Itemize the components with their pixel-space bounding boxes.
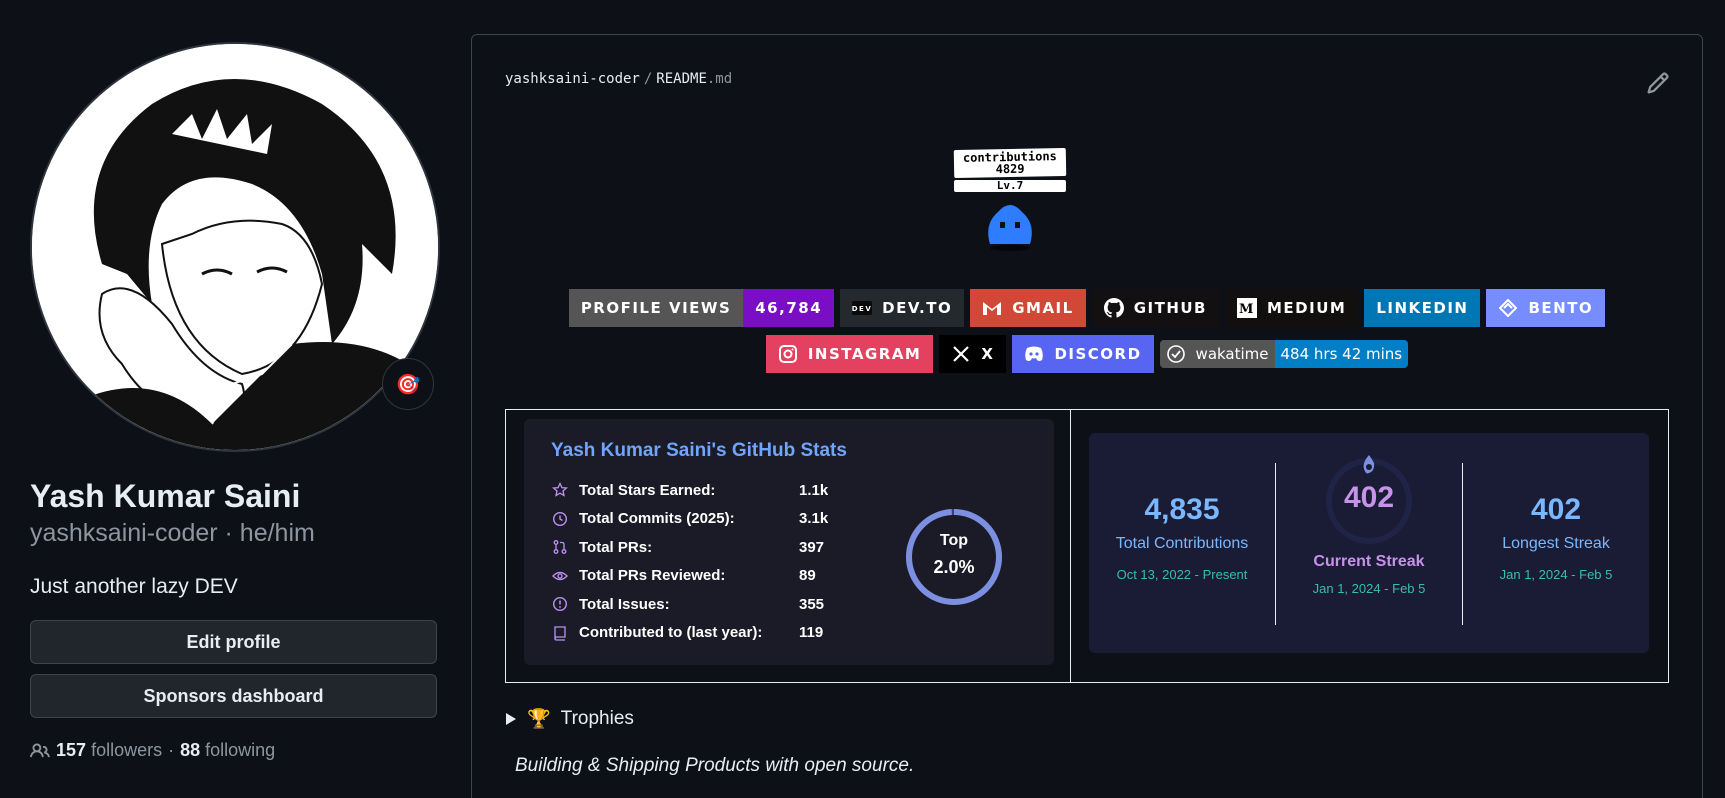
profile-login: yashksaini-coder · he/him bbox=[30, 519, 315, 547]
edit-profile-button[interactable]: Edit profile bbox=[30, 620, 437, 664]
pet-sign: contributions 4829 bbox=[953, 148, 1067, 178]
contribution-pet: contributions 4829 Lv.7 bbox=[950, 148, 1070, 259]
github-icon bbox=[1103, 298, 1124, 318]
github-stats-card[interactable]: Yash Kumar Saini's GitHub Stats Total St… bbox=[524, 419, 1054, 665]
streak-stats-card[interactable]: 4,835 Total Contributions Oct 13, 2022 -… bbox=[1089, 433, 1649, 653]
badges-row-1: PROFILE VIEWS 46,784 DEV DEV.TO GMAIL GI… bbox=[472, 289, 1702, 327]
total-contributions-label: Total Contributions bbox=[1115, 535, 1249, 552]
medium-icon: M bbox=[1237, 298, 1257, 318]
edit-pencil-icon[interactable] bbox=[1646, 71, 1670, 95]
medium-badge[interactable]: M MEDIUM bbox=[1225, 289, 1359, 327]
total-contributions-range: Oct 13, 2022 - Present bbox=[1116, 567, 1248, 582]
target-emoji-icon: 🎯 bbox=[395, 373, 421, 396]
stat-row: Total Stars Earned: 1.1k bbox=[551, 476, 828, 505]
stats-cell-streak: 4,835 Total Contributions Oct 13, 2022 -… bbox=[1071, 410, 1668, 682]
history-icon bbox=[551, 510, 569, 528]
readme-breadcrumb: yashksaini-coder / README.md bbox=[505, 71, 732, 87]
readme-owner-link[interactable]: yashksaini-coder bbox=[505, 71, 640, 87]
pet-level: Lv.7 bbox=[954, 180, 1066, 192]
sponsors-dashboard-button[interactable]: Sponsors dashboard bbox=[30, 674, 437, 718]
wakatime-badge[interactable]: wakatime 484 hrs 42 mins bbox=[1159, 340, 1409, 368]
follow-stats: 157 followers · 88 following bbox=[30, 740, 440, 761]
longest-streak-col: 402 Longest Streak Jan 1, 2024 - Feb 5 bbox=[1463, 493, 1649, 582]
current-streak-value: 402 bbox=[1343, 481, 1395, 514]
github-stats-title: Yash Kumar Saini's GitHub Stats bbox=[551, 440, 847, 461]
bento-icon bbox=[1498, 298, 1518, 318]
total-contributions-value: 4,835 bbox=[1144, 493, 1220, 526]
stat-row: Total Commits (2025): 3.1k bbox=[551, 505, 828, 534]
devto-badge[interactable]: DEV DEV.TO bbox=[840, 289, 965, 327]
current-streak-label: Current Streak bbox=[1313, 553, 1425, 570]
profile-fullname: Yash Kumar Saini bbox=[30, 478, 301, 514]
svg-text:DEV: DEV bbox=[852, 305, 872, 313]
linkedin-badge[interactable]: LINKEDIN bbox=[1364, 289, 1481, 327]
stats-table: Yash Kumar Saini's GitHub Stats Total St… bbox=[505, 409, 1669, 683]
stat-row: Contributed to (last year): 119 bbox=[551, 619, 828, 648]
discord-badge[interactable]: DISCORD bbox=[1012, 335, 1154, 373]
avatar[interactable] bbox=[30, 42, 440, 452]
readme-file-link[interactable]: README.md bbox=[656, 71, 732, 87]
eye-icon bbox=[551, 567, 569, 585]
pull-request-icon bbox=[551, 538, 569, 556]
wakatime-icon bbox=[1166, 344, 1186, 364]
longest-streak-value: 402 bbox=[1530, 493, 1582, 526]
longest-streak-range: Jan 1, 2024 - Feb 5 bbox=[1499, 567, 1613, 582]
people-icon bbox=[30, 742, 50, 757]
stat-row: Total PRs: 397 bbox=[551, 533, 828, 562]
github-badge[interactable]: GITHUB bbox=[1091, 289, 1219, 327]
stat-row: Total Issues: 355 bbox=[551, 590, 828, 619]
x-logo-icon bbox=[951, 344, 971, 364]
readme-tagline: Building & Shipping Products with open s… bbox=[515, 755, 915, 776]
stats-cell-github: Yash Kumar Saini's GitHub Stats Total St… bbox=[506, 410, 1071, 682]
trophies-label: Trophies bbox=[560, 708, 634, 729]
total-contributions-col: 4,835 Total Contributions Oct 13, 2022 -… bbox=[1089, 493, 1275, 582]
breadcrumb-separator: / bbox=[643, 71, 653, 87]
badges-row-2: INSTAGRAM X DISCORD wakatime 484 hrs 42 … bbox=[472, 335, 1702, 373]
trophies-details-toggle[interactable]: 🏆 Trophies bbox=[505, 707, 634, 731]
bento-badge[interactable]: BENTO bbox=[1486, 289, 1606, 327]
repo-icon bbox=[551, 624, 569, 642]
current-streak-range: Jan 1, 2024 - Feb 5 bbox=[1312, 581, 1426, 596]
current-streak-col: 402 Current Streak Jan 1, 2024 - Feb 5 bbox=[1276, 449, 1462, 596]
x-badge[interactable]: X bbox=[939, 335, 1007, 373]
avatar-container: 🎯 bbox=[30, 42, 440, 452]
devto-icon: DEV bbox=[852, 298, 873, 318]
issue-icon bbox=[551, 595, 569, 613]
gmail-icon bbox=[982, 298, 1002, 318]
github-stats-rows: Total Stars Earned: 1.1k Total Commits (… bbox=[551, 476, 828, 647]
separator-dot: · bbox=[168, 740, 175, 760]
discord-icon bbox=[1024, 344, 1044, 364]
followers-link[interactable]: 157 followers bbox=[56, 740, 162, 761]
following-link[interactable]: 88 following bbox=[180, 740, 275, 761]
instagram-badge[interactable]: INSTAGRAM bbox=[765, 335, 934, 373]
instagram-icon bbox=[778, 344, 798, 364]
stat-row: Total PRs Reviewed: 89 bbox=[551, 562, 828, 591]
triangle-right-icon bbox=[506, 713, 516, 725]
readme-box: yashksaini-coder / README.md contributions… bbox=[471, 34, 1703, 798]
blue-slime-icon bbox=[988, 205, 1032, 251]
set-status-button[interactable]: 🎯 bbox=[382, 358, 434, 410]
gmail-badge[interactable]: GMAIL bbox=[970, 289, 1086, 327]
profile-bio: Just another lazy DEV bbox=[30, 575, 238, 598]
rank-text: Top 2.0% bbox=[933, 532, 975, 577]
longest-streak-label: Longest Streak bbox=[1502, 535, 1610, 552]
star-icon bbox=[551, 481, 569, 499]
profile-sidebar: 🎯 Yash Kumar Saini yashksaini-coder · he… bbox=[30, 42, 440, 761]
svg-text:M: M bbox=[1239, 302, 1255, 317]
profile-views-badge[interactable]: PROFILE VIEWS 46,784 bbox=[568, 289, 835, 327]
trophy-emoji-icon: 🏆 bbox=[527, 709, 551, 730]
